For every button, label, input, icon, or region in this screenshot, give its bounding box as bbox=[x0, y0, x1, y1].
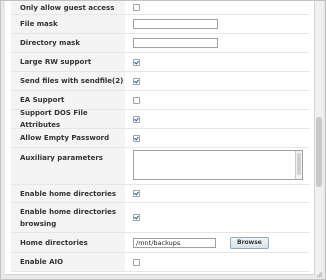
row-file-mask: File mask bbox=[11, 15, 309, 34]
row-auxiliary-parameters: Auxiliary parameters bbox=[11, 148, 309, 185]
home-directories-input[interactable] bbox=[133, 237, 216, 248]
row-directory-mask: Directory mask bbox=[11, 34, 309, 53]
settings-table: Only allow guest access File mask Direct… bbox=[11, 1, 309, 272]
auxiliary-parameters-textarea[interactable] bbox=[133, 150, 303, 180]
checkbox-send-files-with-sendfile[interactable] bbox=[133, 77, 140, 85]
row-only-allow-guest-access: Only allow guest access bbox=[11, 1, 309, 15]
checkbox-support-dos-file-attributes[interactable] bbox=[133, 115, 140, 123]
label-allow-empty-password: Allow Empty Password bbox=[11, 129, 125, 147]
row-enable-home-directories: Enable home directories bbox=[11, 185, 309, 203]
checkbox-enable-home-directories-browsing[interactable] bbox=[133, 214, 140, 221]
checkbox-enable-home-directories[interactable] bbox=[133, 190, 140, 197]
label-send-files-with-sendfile: Send files with sendfile(2) bbox=[11, 72, 125, 90]
label-only-allow-guest-access: Only allow guest access bbox=[11, 1, 125, 14]
textarea-scroll-thumb[interactable] bbox=[297, 153, 301, 175]
label-large-rw-support: Large RW support bbox=[11, 53, 125, 71]
row-home-directories: Home directories Browse bbox=[11, 233, 309, 253]
row-enable-aio: Enable AIO bbox=[11, 253, 309, 272]
label-enable-home-directories: Enable home directories bbox=[11, 185, 125, 202]
label-enable-home-directories-browsing: Enable home directories browsing bbox=[11, 203, 125, 232]
file-mask-input[interactable] bbox=[133, 19, 218, 29]
checkbox-enable-aio[interactable] bbox=[133, 258, 140, 266]
label-directory-mask: Directory mask bbox=[11, 34, 125, 52]
label-support-dos-file-attributes: Support DOS File Attributes bbox=[11, 109, 125, 129]
checkbox-only-allow-guest-access[interactable] bbox=[133, 4, 140, 11]
textarea-scrollbar[interactable] bbox=[295, 151, 302, 179]
browse-button[interactable]: Browse bbox=[230, 236, 269, 249]
label-auxiliary-parameters: Auxiliary parameters bbox=[11, 148, 125, 184]
checkbox-large-rw-support[interactable] bbox=[133, 58, 140, 66]
row-send-files-with-sendfile: Send files with sendfile(2) bbox=[11, 72, 309, 91]
resize-grip-icon[interactable] bbox=[316, 271, 323, 278]
label-home-directories: Home directories bbox=[11, 233, 125, 252]
dialog-scroll-thumb[interactable] bbox=[316, 117, 322, 187]
dialog-scrollbar[interactable] bbox=[315, 1, 323, 275]
directory-mask-input[interactable] bbox=[133, 38, 218, 48]
row-allow-empty-password: Allow Empty Password bbox=[11, 129, 309, 148]
row-large-rw-support: Large RW support bbox=[11, 53, 309, 72]
checkbox-ea-support[interactable] bbox=[133, 96, 140, 104]
label-enable-aio: Enable AIO bbox=[11, 253, 125, 271]
form-panel: Only allow guest access File mask Direct… bbox=[5, 1, 315, 275]
checkbox-allow-empty-password[interactable] bbox=[133, 134, 140, 142]
row-support-dos-file-attributes: Support DOS File Attributes bbox=[11, 109, 309, 129]
row-enable-home-directories-browsing: Enable home directories browsing bbox=[11, 203, 309, 233]
label-file-mask: File mask bbox=[11, 15, 125, 33]
dialog: Only allow guest access File mask Direct… bbox=[0, 0, 326, 280]
